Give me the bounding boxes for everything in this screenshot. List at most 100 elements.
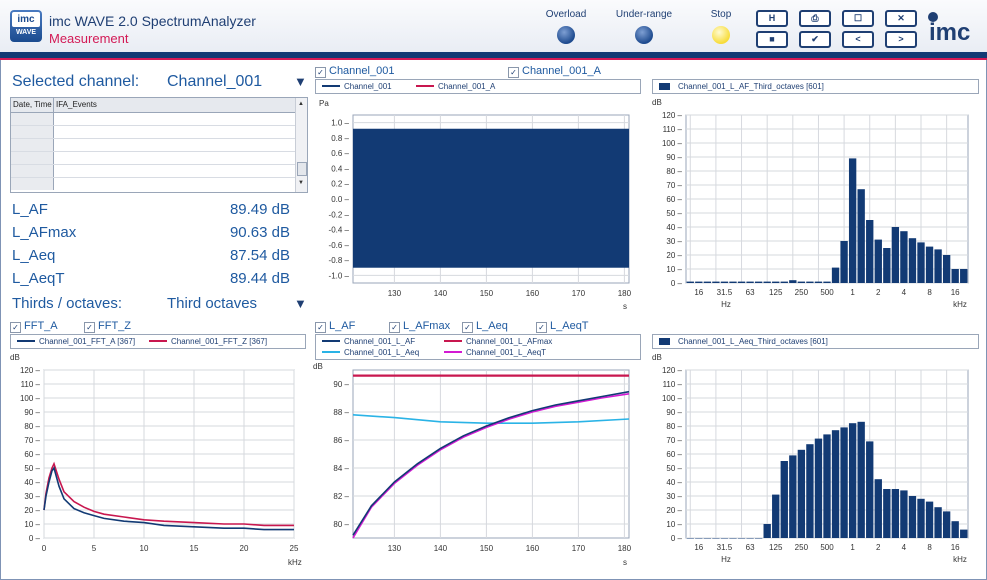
- bar: [917, 242, 925, 283]
- bar: [874, 239, 882, 283]
- bar: [848, 158, 857, 283]
- x-tick-label: 130: [388, 289, 402, 298]
- y-tick-label: 110 –: [663, 380, 683, 389]
- y-tick-label: 88 –: [333, 408, 349, 417]
- y-tick-label: 60 –: [666, 195, 682, 204]
- bar: [831, 430, 840, 538]
- bar: [754, 281, 763, 283]
- bar: [951, 269, 959, 283]
- x-tick-label: 31.5: [717, 288, 733, 297]
- bar: [848, 423, 857, 538]
- x-axis-unit: s: [623, 558, 627, 567]
- x-tick-label: 160: [526, 544, 540, 553]
- bar: [917, 498, 925, 538]
- y-tick-label: 10 –: [666, 520, 682, 529]
- y-tick-label: 30 –: [666, 492, 682, 501]
- bar: [857, 189, 865, 283]
- y-tick-label: 20 –: [666, 506, 682, 515]
- y-tick-label: 1.0 –: [331, 119, 349, 128]
- x-tick-label: 1: [850, 543, 855, 552]
- bar: [746, 538, 754, 539]
- bar: [857, 421, 865, 538]
- x-tick-label: 180: [618, 544, 632, 553]
- y-tick-label: 120 –: [662, 366, 683, 375]
- bar: [891, 227, 900, 283]
- bar: [729, 538, 737, 539]
- y-axis-unit: dB: [313, 362, 323, 371]
- y-tick-label: 90 –: [666, 408, 682, 417]
- bar: [737, 281, 746, 283]
- y-tick-label: 0.8 –: [331, 134, 349, 143]
- x-tick-label: 16: [694, 288, 703, 297]
- y-tick-label: 70 –: [24, 436, 40, 445]
- bar: [934, 249, 942, 283]
- x-tick-label: 15: [190, 544, 199, 553]
- bar: [703, 281, 712, 283]
- x-axis-unit: Hz: [721, 555, 731, 564]
- bar: [763, 524, 771, 538]
- x-tick-label: 170: [572, 544, 586, 553]
- y-tick-label: 0 –: [29, 534, 41, 543]
- bar: [695, 538, 703, 539]
- y-tick-label: 20 –: [666, 251, 682, 260]
- x-tick-label: 140: [434, 289, 448, 298]
- y-axis-unit: dB: [10, 353, 20, 362]
- bar: [780, 281, 788, 283]
- x-axis-unit: kHz: [953, 300, 967, 309]
- y-axis-unit: dB: [652, 353, 662, 362]
- bar: [772, 281, 780, 283]
- bar: [831, 267, 840, 283]
- y-tick-label: 0.0 –: [331, 195, 349, 204]
- y-tick-label: 90 –: [666, 153, 682, 162]
- x-tick-label: 1: [850, 288, 855, 297]
- bar: [797, 449, 806, 538]
- x-tick-label: 160: [526, 289, 540, 298]
- y-tick-label: 0.6 –: [331, 149, 349, 158]
- bar: [908, 238, 917, 283]
- bar: [951, 521, 959, 538]
- y-tick-label: 80 –: [666, 422, 682, 431]
- y-tick-label: 50 –: [666, 209, 682, 218]
- bar: [754, 538, 763, 539]
- bar: [900, 490, 908, 538]
- x-tick-label: 250: [795, 543, 809, 552]
- y-tick-label: 40 –: [24, 478, 40, 487]
- y-tick-label: 10 –: [666, 265, 682, 274]
- y-axis-unit: dB: [652, 98, 662, 107]
- x-tick-label: 4: [902, 543, 907, 552]
- y-tick-label: 20 –: [24, 506, 40, 515]
- x-tick-label: 25: [290, 544, 299, 553]
- bar: [789, 455, 797, 538]
- y-tick-label: -0.8 –: [329, 256, 350, 265]
- y-tick-label: 86 –: [333, 436, 349, 445]
- bar: [840, 427, 848, 538]
- y-axis-unit: Pa: [319, 99, 329, 108]
- bar: [780, 461, 788, 538]
- bar: [720, 281, 729, 283]
- y-tick-label: 10 –: [24, 520, 40, 529]
- y-tick-label: 120 –: [20, 366, 41, 375]
- x-tick-label: 8: [927, 543, 932, 552]
- y-tick-label: 60 –: [666, 450, 682, 459]
- bar: [789, 280, 797, 283]
- y-tick-label: 0 –: [671, 534, 683, 543]
- bar: [712, 281, 720, 283]
- x-tick-label: 16: [951, 288, 960, 297]
- x-tick-label: 0: [42, 544, 47, 553]
- bar: [866, 220, 874, 283]
- y-tick-label: 60 –: [24, 450, 40, 459]
- y-tick-label: 40 –: [666, 478, 682, 487]
- bar: [814, 281, 823, 283]
- x-axis-unit: s: [623, 302, 627, 311]
- y-tick-label: 0.4 –: [331, 164, 349, 173]
- x-tick-label: 250: [795, 288, 809, 297]
- x-tick-label: 4: [902, 288, 907, 297]
- y-tick-label: -0.2 –: [329, 210, 350, 219]
- bar: [823, 281, 831, 283]
- time-signal-chart[interactable]: 1.0 – 0.8 – 0.6 – 0.4 – 0.2 – 0.0 – -0.2 – -0.4…: [0, 0, 987, 580]
- bar: [908, 496, 917, 538]
- bar: [823, 434, 831, 538]
- bar: [891, 489, 900, 538]
- y-tick-label: -1.0 –: [329, 271, 350, 280]
- bar: [925, 246, 934, 283]
